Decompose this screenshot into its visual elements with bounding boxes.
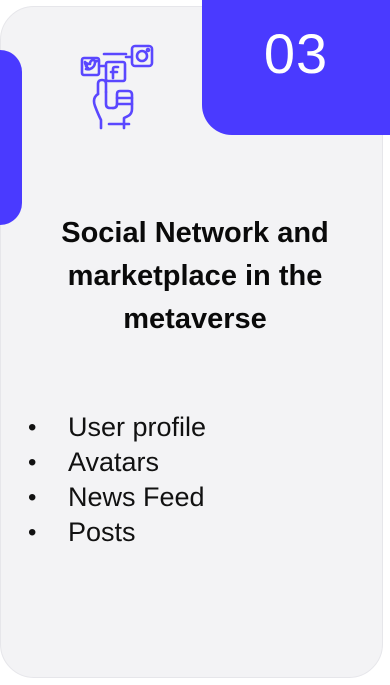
list-item-label: Posts xyxy=(68,517,136,547)
bullet-dot: • xyxy=(28,414,37,441)
bullet-dot: • xyxy=(28,519,37,546)
list-item-label: News Feed xyxy=(68,482,205,512)
stage: 03 Social Network and marketplace in the… xyxy=(0,0,390,685)
bullet-dot: • xyxy=(28,484,37,511)
bullet-dot: • xyxy=(28,449,37,476)
feature-list: • User profile • Avatars • News Feed • Posts xyxy=(26,410,206,550)
list-item-label: User profile xyxy=(68,412,207,442)
list-item: • Posts xyxy=(26,515,206,550)
card-number: 03 xyxy=(263,22,329,85)
list-item: • User profile xyxy=(26,410,206,445)
list-item: • News Feed xyxy=(26,480,206,515)
social-media-hand-icon xyxy=(76,36,176,136)
list-item: • Avatars xyxy=(26,445,206,480)
card-title: Social Network and marketplace in the me… xyxy=(61,217,329,335)
number-badge: 03 xyxy=(202,0,390,135)
side-accent-tab xyxy=(0,50,22,225)
list-item-label: Avatars xyxy=(68,447,160,477)
